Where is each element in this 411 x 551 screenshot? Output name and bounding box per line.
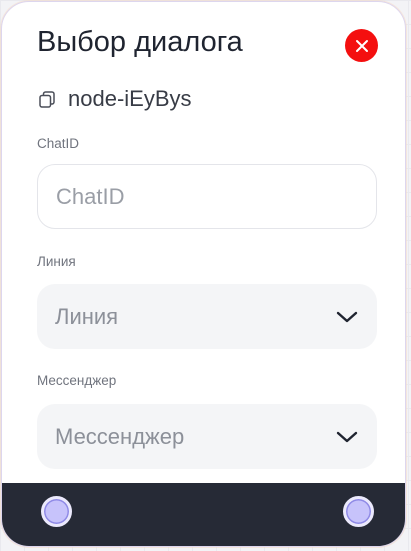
copy-icon[interactable]	[37, 89, 57, 109]
line-select[interactable]: Линия	[37, 284, 377, 349]
chevron-down-icon	[335, 425, 359, 449]
chevron-down-icon	[335, 305, 359, 329]
node-title: Выбор диалога	[37, 26, 243, 58]
messenger-select-value: Мессенджер	[55, 423, 185, 449]
messenger-label: Мессенджер	[37, 373, 117, 388]
node-footer	[2, 483, 405, 546]
line-label: Линия	[37, 254, 76, 269]
node-id-text: node-iEyBys	[68, 86, 192, 111]
input-connection-handle[interactable]	[41, 496, 72, 527]
node-id-row[interactable]: node-iEyBys	[37, 86, 192, 112]
close-icon	[355, 39, 368, 52]
output-connection-handle[interactable]	[343, 496, 374, 527]
workflow-canvas: Выбор диалога node-iEyBys ChatID Линия Л…	[0, 0, 411, 551]
close-button[interactable]	[345, 29, 378, 62]
dialog-select-node[interactable]: Выбор диалога node-iEyBys ChatID Линия Л…	[1, 1, 406, 547]
line-select-value: Линия	[55, 303, 119, 329]
chatid-label: ChatID	[37, 136, 80, 151]
messenger-select[interactable]: Мессенджер	[37, 404, 377, 469]
chatid-input[interactable]	[37, 164, 377, 229]
